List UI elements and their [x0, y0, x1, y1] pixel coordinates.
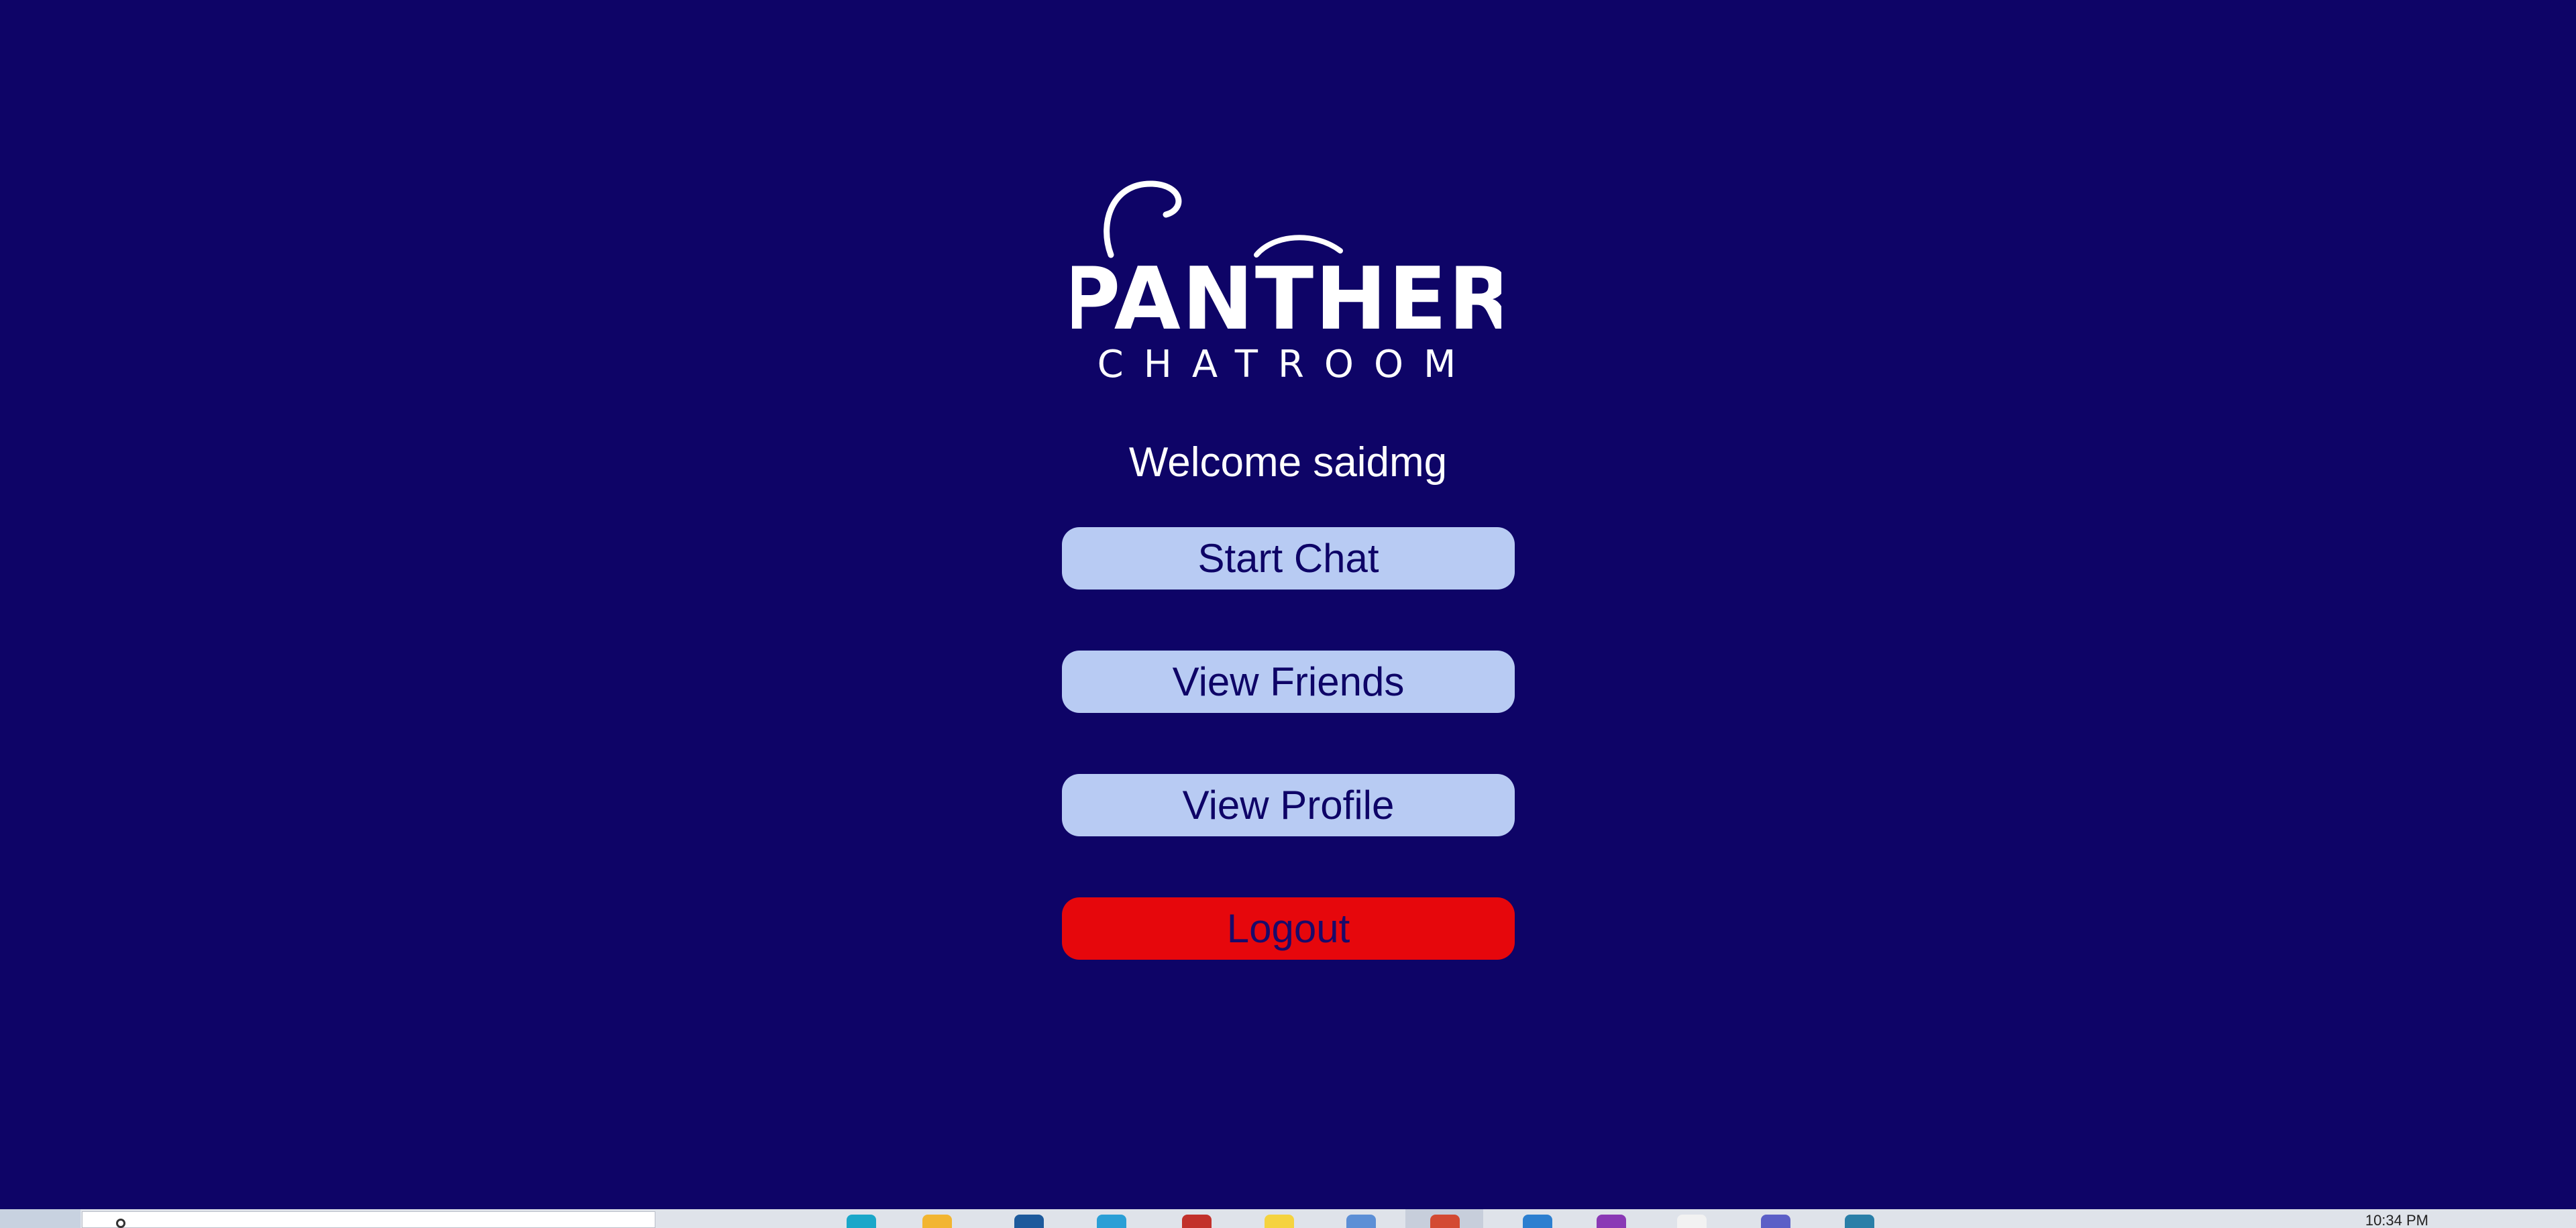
view-friends-button[interactable]: View Friends: [1062, 651, 1515, 713]
taskbar-search-box[interactable]: [82, 1211, 655, 1228]
teams-icon[interactable]: [1761, 1215, 1790, 1228]
sticky-notes-icon[interactable]: [1265, 1215, 1294, 1228]
app-white-icon[interactable]: [1677, 1215, 1707, 1228]
chrome-icon[interactable]: [1430, 1215, 1460, 1228]
welcome-message: Welcome saidmg: [1128, 439, 1448, 486]
start-chat-button[interactable]: Start Chat: [1062, 527, 1515, 590]
mail-icon[interactable]: [1097, 1215, 1126, 1228]
logo-wordmark: PANTHER: [1072, 249, 1501, 349]
logo-subtitle: CHATROOM: [1097, 343, 1477, 384]
taskbar: 10:34 PM: [0, 1209, 2576, 1228]
edge-icon[interactable]: [847, 1215, 876, 1228]
app-blue-icon[interactable]: [1845, 1215, 1874, 1228]
start-menu-button[interactable]: [0, 1209, 80, 1228]
office-icon[interactable]: [1182, 1215, 1212, 1228]
app-purple-icon[interactable]: [1597, 1215, 1626, 1228]
file-explorer-icon[interactable]: [922, 1215, 952, 1228]
search-icon: [116, 1219, 125, 1228]
vscode-icon[interactable]: [1523, 1215, 1552, 1228]
home-screen: PANTHER CHATROOM Welcome saidmg Start Ch…: [0, 0, 2576, 1209]
panther-chatroom-logo: PANTHER CHATROOM: [1072, 176, 1501, 384]
logout-button[interactable]: Logout: [1062, 897, 1515, 960]
taskbar-clock: 10:34 PM: [2365, 1212, 2428, 1228]
view-profile-button[interactable]: View Profile: [1062, 774, 1515, 836]
photos-icon[interactable]: [1346, 1215, 1376, 1228]
store-icon[interactable]: [1014, 1215, 1044, 1228]
